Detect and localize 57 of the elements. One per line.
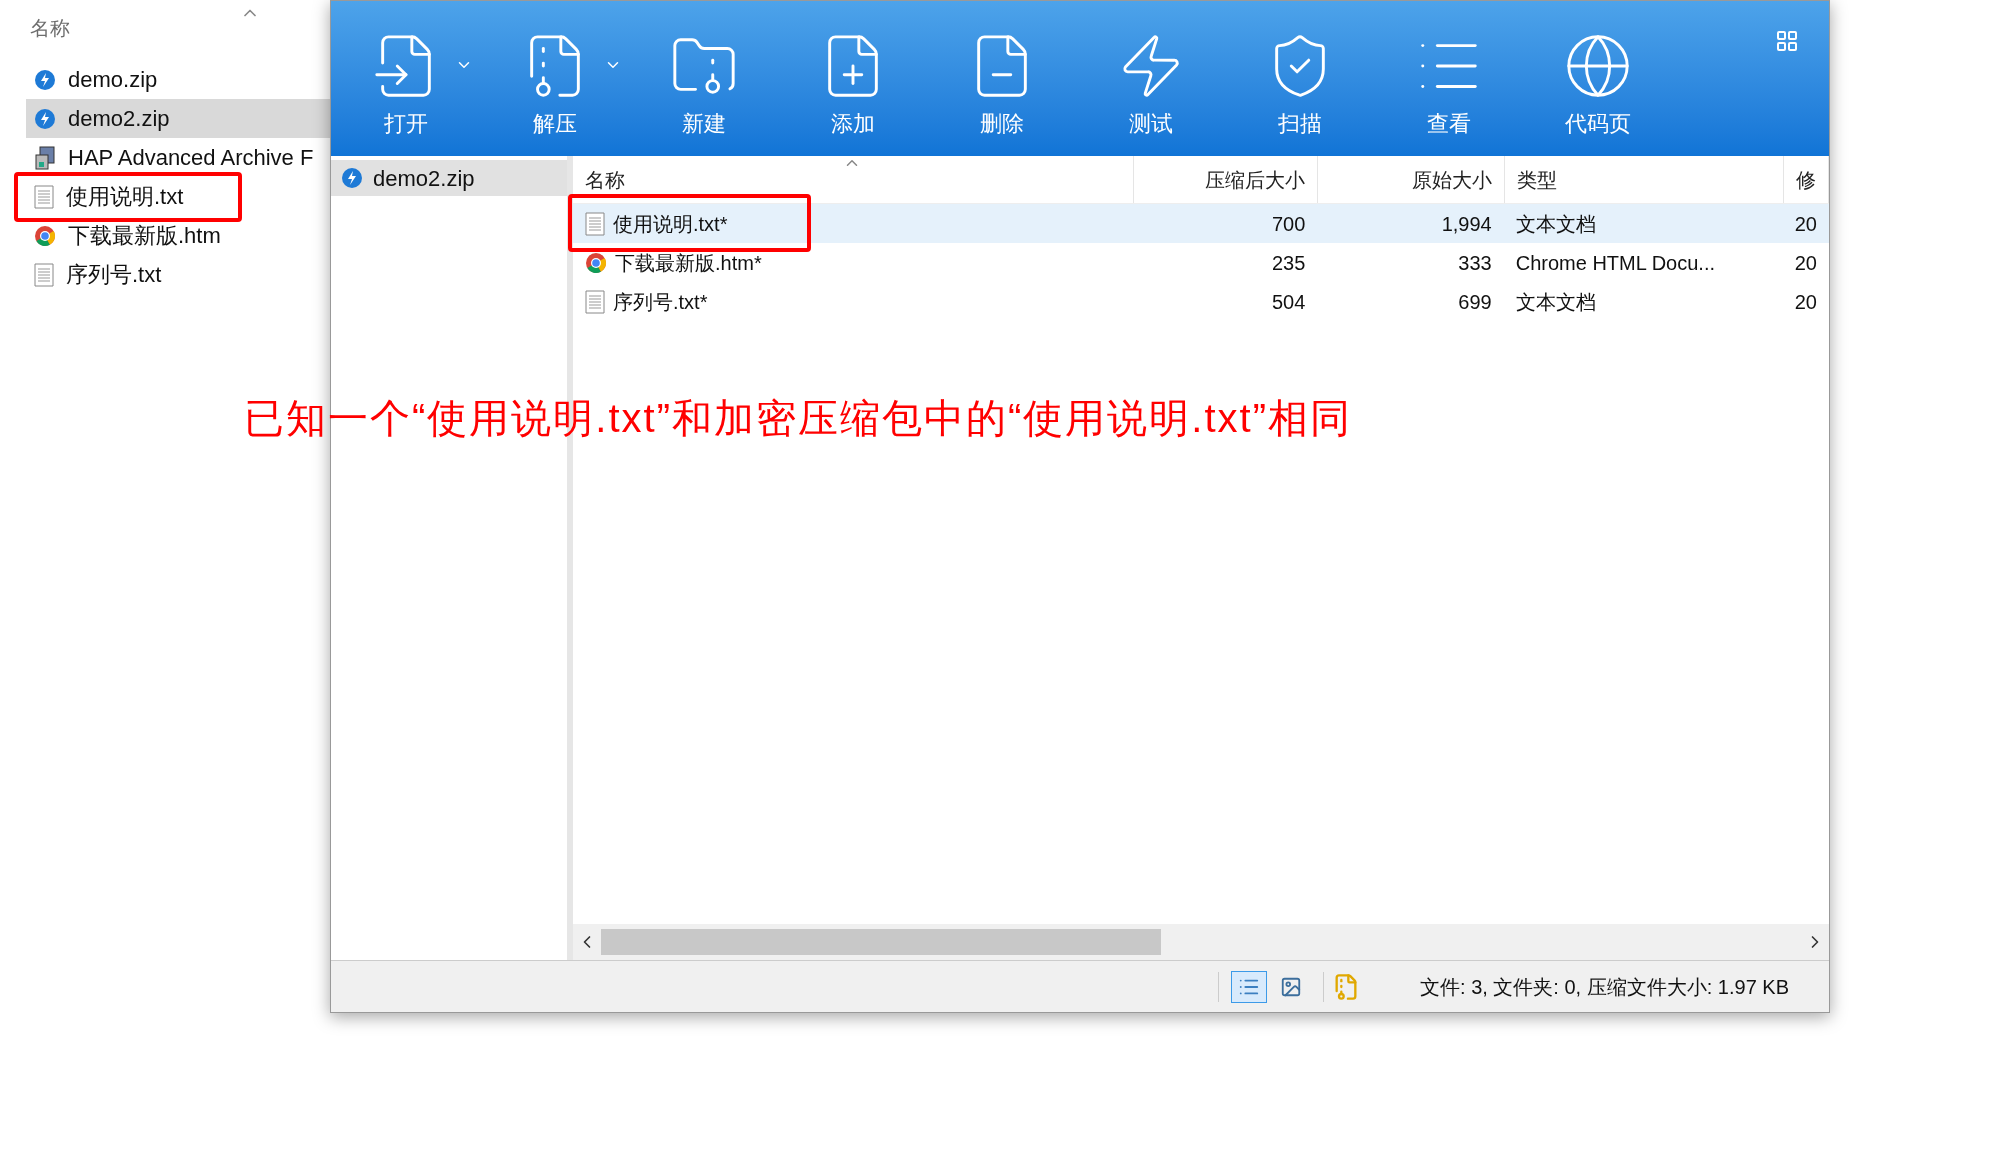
table-cell: 序列号.txt* xyxy=(573,286,1133,317)
table-cell: 下载最新版.htm* xyxy=(573,247,1133,278)
toolbar-button[interactable]: 查看 xyxy=(1404,31,1494,140)
picture-icon xyxy=(1280,975,1302,998)
file-item[interactable]: demo.zip xyxy=(26,60,330,99)
table-cell-text: 235 xyxy=(1270,250,1307,276)
table-cell-text: Chrome HTML Docu... xyxy=(1514,250,1717,276)
layout-icon[interactable] xyxy=(1775,29,1799,53)
toolbar-button[interactable]: 删除 xyxy=(957,31,1047,140)
installer-icon xyxy=(34,145,56,170)
table-cell-text: 700 xyxy=(1270,211,1307,237)
table-cell-text: 20 xyxy=(1793,211,1818,237)
text-file-icon xyxy=(34,262,54,287)
tree-item[interactable]: demo2.zip xyxy=(331,160,567,196)
details-view-button[interactable] xyxy=(1231,970,1267,1003)
table-cell-text: 文本文档 xyxy=(1514,211,1597,237)
archive-icon xyxy=(34,68,56,91)
table-cell: 使用说明.txt* xyxy=(573,208,1133,239)
table-cell-text: 20 xyxy=(1793,250,1818,276)
file-row[interactable]: 使用说明.txt* 700 1,994 文本文档 20 xyxy=(573,204,1829,243)
table-cell-text: 504 xyxy=(1270,289,1307,315)
file-row[interactable]: 序列号.txt* 504 699 文本文档 20 xyxy=(573,282,1829,321)
file-item[interactable]: 下载最新版.htm xyxy=(26,216,330,255)
toolbar-button[interactable]: 添加 xyxy=(808,31,898,140)
table-cell-text: 文本文档 xyxy=(1514,289,1597,315)
column-header[interactable]: 修 xyxy=(1784,156,1829,203)
column-header[interactable]: 类型 xyxy=(1504,156,1784,203)
table-cell-text: 333 xyxy=(1457,250,1493,276)
scrollbar-thumb[interactable] xyxy=(601,929,1161,955)
table-cell-text: 1,994 xyxy=(1440,211,1493,237)
text-file-icon xyxy=(585,289,605,314)
browser-icon xyxy=(585,251,607,274)
archive-icon xyxy=(341,167,363,189)
file-item[interactable]: demo2.zip xyxy=(26,99,330,138)
horizontal-scrollbar[interactable] xyxy=(573,924,1829,960)
text-file-icon xyxy=(34,184,54,209)
toolbar-button[interactable]: 代码页 xyxy=(1553,31,1643,140)
browser-icon xyxy=(34,224,56,247)
file-row[interactable]: 下载最新版.htm* 235 333 Chrome HTML Docu... 20 xyxy=(573,243,1829,282)
annotation-text: 已知一个“使用说明.txt”和加密压缩包中的“使用说明.txt”相同 xyxy=(244,395,1352,442)
file-item[interactable]: 使用说明.txt xyxy=(26,177,330,216)
file-item[interactable]: 序列号.txt xyxy=(26,255,330,294)
toolbar-button[interactable]: 新建 xyxy=(659,31,749,140)
table-cell-text: 20 xyxy=(1793,289,1818,315)
archive-icon xyxy=(34,107,56,130)
text-file-icon xyxy=(585,211,605,236)
toolbar-button[interactable]: 测试 xyxy=(1106,31,1196,140)
column-header[interactable]: 名称 xyxy=(573,156,1134,203)
column-header[interactable]: 原始大小 xyxy=(1318,156,1505,203)
table-cell-text: 699 xyxy=(1457,289,1493,315)
file-item[interactable]: HAP Advanced Archive F xyxy=(26,138,330,177)
toolbar-button[interactable]: 打开 xyxy=(361,31,451,140)
toolbar-button[interactable]: 扫描 xyxy=(1255,31,1345,140)
column-header[interactable]: 名称 xyxy=(30,13,70,43)
toolbar-button[interactable]: 解压 xyxy=(510,31,600,140)
status-text: 文件: 3, 文件夹: 0, 压缩文件大小: 1.97 KB xyxy=(1420,974,1789,1000)
column-header[interactable]: 压缩后大小 xyxy=(1133,156,1319,203)
